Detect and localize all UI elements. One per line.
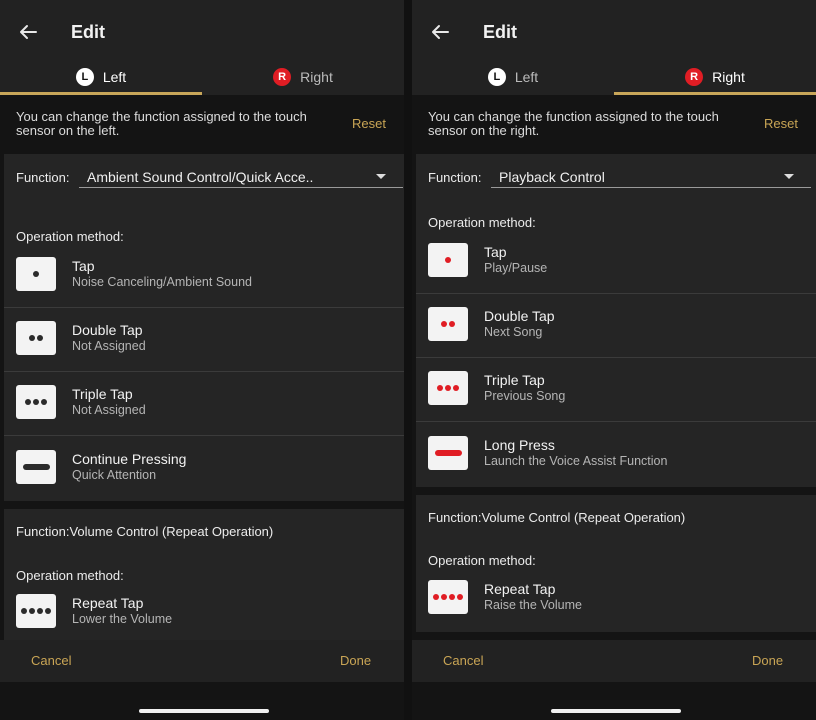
left-screen: Edit L Left R Right You can change the f… — [0, 0, 404, 720]
operation-item-long-press[interactable]: Long Press Launch the Voice Assist Funct… — [416, 423, 816, 487]
sensor-description: You can change the function assigned to … — [16, 109, 307, 138]
sensor-description: You can change the function assigned to … — [428, 109, 719, 138]
long-bar-icon — [428, 436, 468, 470]
dropdown-arrow-icon — [376, 174, 386, 179]
back-arrow-icon[interactable] — [16, 20, 40, 44]
quad-dot-icon — [16, 594, 56, 628]
done-button[interactable]: Done — [340, 653, 371, 668]
long-bar-icon — [16, 450, 56, 484]
app-bar: Edit — [0, 0, 404, 58]
tab-label: Right — [712, 68, 745, 85]
operation-title: Long Press — [484, 437, 555, 453]
operation-item-double-tap[interactable]: Double Tap Next Song — [416, 294, 816, 358]
operation-subtitle: Launch the Voice Assist Function — [484, 454, 668, 468]
side-tabs: L Left R Right — [0, 58, 404, 95]
tab-label: Left — [102, 68, 127, 85]
app-bar: Edit — [412, 0, 816, 58]
tab-label: Right — [300, 68, 333, 85]
cancel-button[interactable]: Cancel — [31, 653, 71, 668]
operation-item-repeat-tap[interactable]: Repeat Tap Lower the Volume — [4, 581, 404, 645]
operation-subtitle: Quick Attention — [72, 468, 157, 482]
divider — [416, 421, 816, 422]
back-arrow-icon[interactable] — [428, 20, 452, 44]
function-label: Function: — [16, 170, 70, 185]
operation-title: Triple Tap — [72, 386, 133, 402]
function-card: Function: Playback Control Operation met… — [416, 154, 816, 487]
tab-left[interactable]: L Left — [0, 58, 202, 95]
operation-method-label: Operation method: — [428, 215, 536, 230]
done-button[interactable]: Done — [752, 653, 783, 668]
operation-title: Repeat Tap — [484, 581, 556, 597]
tab-right[interactable]: R Right — [202, 58, 404, 95]
function-value: Ambient Sound Control/Quick Acce.. — [87, 169, 314, 185]
volume-card: Function:Volume Control (Repeat Operatio… — [4, 509, 404, 640]
description-section: You can change the function assigned to … — [412, 95, 816, 153]
operation-title: Tap — [72, 258, 95, 274]
function-value: Playback Control — [499, 169, 605, 185]
operation-item-triple-tap[interactable]: Triple Tap Not Assigned — [4, 372, 404, 436]
triple-dot-icon — [16, 385, 56, 419]
operation-title: Double Tap — [484, 308, 555, 324]
bottom-action-bar: Cancel Done — [412, 640, 816, 682]
operation-subtitle: Previous Song — [484, 389, 566, 403]
side-tabs: L Left R Right — [412, 58, 816, 95]
operation-title: Repeat Tap — [72, 595, 144, 611]
single-dot-icon — [428, 243, 468, 277]
page-title: Edit — [483, 22, 517, 42]
function-dropdown[interactable]: Ambient Sound Control/Quick Acce.. — [79, 162, 403, 188]
page-title: Edit — [71, 22, 105, 42]
divider — [4, 435, 404, 436]
operation-title: Triple Tap — [484, 372, 545, 388]
operation-item-double-tap[interactable]: Double Tap Not Assigned — [4, 308, 404, 372]
system-nav-bar — [0, 682, 404, 720]
single-dot-icon — [16, 257, 56, 291]
reset-button[interactable]: Reset — [764, 116, 798, 131]
operation-item-triple-tap[interactable]: Triple Tap Previous Song — [416, 358, 816, 422]
bottom-action-bar: Cancel Done — [0, 640, 404, 682]
cancel-button[interactable]: Cancel — [443, 653, 483, 668]
quad-dot-icon — [428, 580, 468, 614]
right-screen: Edit L Left R Right You can change the f… — [412, 0, 816, 720]
function-dropdown[interactable]: Playback Control — [491, 162, 811, 188]
operation-item-repeat-tap[interactable]: Repeat Tap Raise the Volume — [416, 567, 816, 631]
operation-item-tap[interactable]: Tap Noise Canceling/Ambient Sound — [4, 244, 404, 308]
operation-method-label: Operation method: — [16, 229, 124, 244]
operation-item-continue-pressing[interactable]: Continue Pressing Quick Attention — [4, 437, 404, 501]
tab-left[interactable]: L Left — [412, 58, 614, 95]
operation-title: Tap — [484, 244, 507, 260]
volume-function-label: Function:Volume Control (Repeat Operatio… — [428, 510, 686, 525]
function-label: Function: — [428, 170, 482, 185]
gesture-handle[interactable] — [139, 709, 269, 713]
operation-title: Double Tap — [72, 322, 143, 338]
left-badge-icon: L — [487, 67, 506, 86]
operation-subtitle: Raise the Volume — [484, 598, 582, 612]
operation-subtitle: Not Assigned — [72, 403, 146, 417]
operation-subtitle: Lower the Volume — [72, 612, 173, 626]
operation-subtitle: Not Assigned — [72, 339, 146, 353]
operation-subtitle: Next Song — [484, 325, 543, 339]
volume-card: Function:Volume Control (Repeat Operatio… — [416, 495, 816, 632]
dropdown-arrow-icon — [784, 174, 794, 179]
operation-subtitle: Play/Pause — [484, 261, 548, 275]
gesture-handle[interactable] — [551, 709, 681, 713]
function-row: Function: Ambient Sound Control/Quick Ac… — [4, 154, 404, 190]
operation-method-label: Operation method: — [428, 553, 536, 568]
function-row: Function: Playback Control — [416, 154, 816, 190]
left-badge-icon: L — [75, 67, 94, 86]
volume-function-label: Function:Volume Control (Repeat Operatio… — [16, 524, 274, 539]
double-dot-icon — [428, 307, 468, 341]
operation-subtitle: Noise Canceling/Ambient Sound — [72, 275, 252, 289]
description-section: You can change the function assigned to … — [0, 95, 404, 153]
operation-title: Continue Pressing — [72, 451, 187, 467]
reset-button[interactable]: Reset — [352, 116, 386, 131]
right-badge-icon: R — [685, 67, 704, 86]
right-badge-icon: R — [273, 67, 292, 86]
system-nav-bar — [412, 682, 816, 720]
tab-right[interactable]: R Right — [614, 58, 816, 95]
triple-dot-icon — [428, 371, 468, 405]
tab-label: Left — [514, 68, 539, 85]
function-card: Function: Ambient Sound Control/Quick Ac… — [4, 154, 404, 501]
double-dot-icon — [16, 321, 56, 355]
operation-item-tap[interactable]: Tap Play/Pause — [416, 230, 816, 294]
